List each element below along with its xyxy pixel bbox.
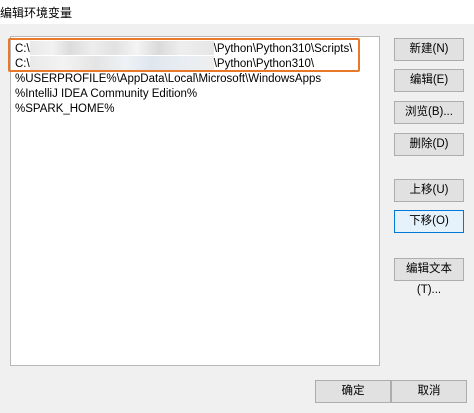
ok-button[interactable]: 确定 — [315, 380, 391, 403]
path-prefix: C:\ — [15, 43, 30, 55]
title-bar: 编辑环境变量 — [0, 0, 474, 24]
edit-button[interactable]: 编辑(E) — [394, 69, 464, 92]
path-value: %USERPROFILE%\AppData\Local\Microsoft\Wi… — [15, 73, 322, 85]
move-down-button[interactable]: 下移(O) — [394, 210, 464, 233]
new-button[interactable]: 新建(N) — [394, 38, 464, 61]
path-list[interactable]: C:\ \Python\Python310\Scripts\ C:\ \Python… — [10, 36, 380, 366]
path-value: %SPARK_HOME% — [15, 103, 115, 115]
delete-button[interactable]: 删除(D) — [394, 133, 464, 156]
move-up-button[interactable]: 上移(U) — [394, 179, 464, 202]
path-prefix: C:\ — [15, 58, 30, 70]
edit-text-button[interactable]: 编辑文本(T)... — [394, 258, 464, 296]
redacted-username — [29, 55, 214, 70]
list-item[interactable]: C:\ \Python\Python310\Scripts\ — [15, 40, 353, 57]
edit-environment-variable-dialog: 编辑环境变量 C:\ \Python\Python310\Scripts\ C:\… — [0, 0, 474, 413]
cancel-button[interactable]: 取消 — [391, 380, 467, 403]
path-suffix: \Python\Python310\Scripts\ — [213, 43, 353, 55]
list-item[interactable]: %USERPROFILE%\AppData\Local\Microsoft\Wi… — [15, 71, 321, 87]
path-suffix: \Python\Python310\ — [213, 58, 315, 70]
list-item[interactable]: C:\ \Python\Python310\ — [15, 55, 315, 72]
redacted-username — [29, 40, 214, 55]
list-item[interactable]: %IntelliJ IDEA Community Edition% — [15, 86, 197, 102]
path-value: %IntelliJ IDEA Community Edition% — [15, 88, 198, 100]
browse-button[interactable]: 浏览(B)... — [394, 101, 464, 124]
list-item[interactable]: %SPARK_HOME% — [15, 101, 114, 117]
dialog-title: 编辑环境变量 — [0, 6, 73, 20]
